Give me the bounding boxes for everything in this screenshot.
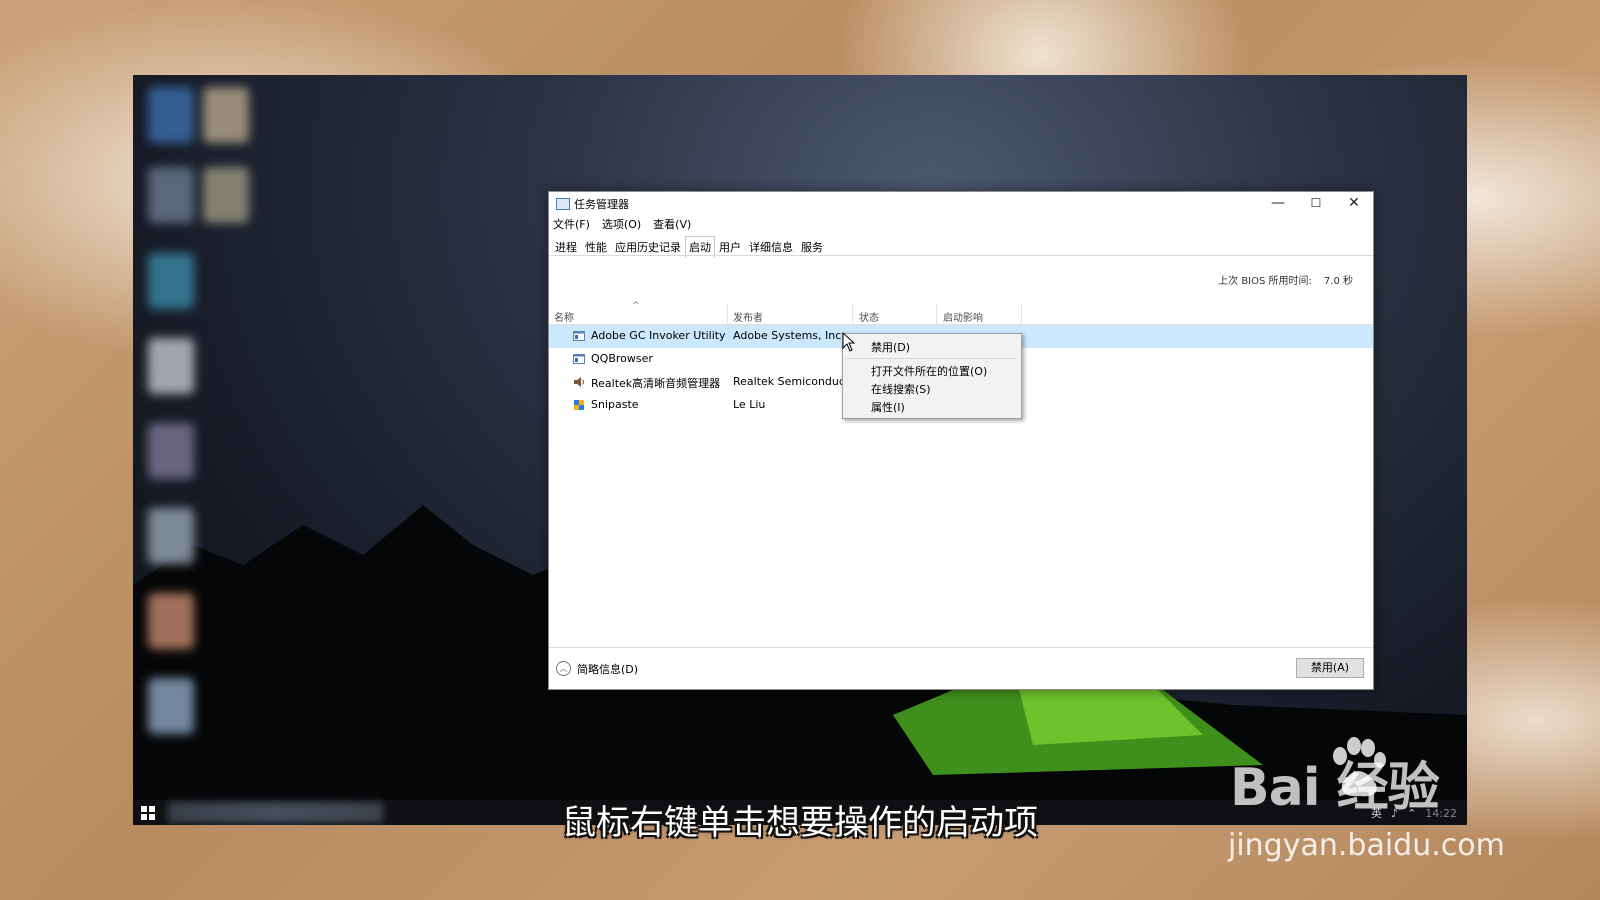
menu-options[interactable]: 选项(O)	[602, 216, 641, 232]
close-button[interactable]: ✕	[1335, 192, 1373, 214]
context-separator	[845, 358, 1017, 359]
footer-bar: ︿ 简略信息(D) 禁用(A)	[549, 647, 1373, 689]
column-divider[interactable]	[727, 304, 728, 324]
task-manager-icon	[556, 198, 570, 210]
column-publisher[interactable]: 发布者	[733, 309, 763, 324]
row-publisher: Adobe Systems, Incor...	[733, 329, 849, 342]
desktop-icon[interactable]	[203, 87, 249, 143]
disable-button[interactable]: 禁用(A)	[1296, 658, 1364, 678]
mouse-cursor-icon	[842, 332, 856, 352]
window-title: 任务管理器	[574, 198, 629, 211]
row-name: Snipaste	[591, 398, 639, 411]
context-item-disable[interactable]: 禁用(D)	[871, 339, 910, 355]
column-startup-impact[interactable]: 启动影响	[943, 309, 983, 324]
desktop-icon[interactable]	[148, 167, 194, 223]
desktop-icon[interactable]	[148, 508, 194, 564]
tab-divider	[549, 255, 1373, 256]
desktop-icon[interactable]	[148, 423, 194, 479]
desktop-icon[interactable]	[148, 87, 194, 143]
snipaste-icon	[574, 400, 584, 410]
row-publisher: Realtek Semiconductor	[733, 375, 849, 388]
column-name[interactable]: 名称	[554, 309, 574, 324]
row-publisher: Le Liu	[733, 398, 766, 411]
bios-time-label: 上次 BIOS 所用时间:	[1218, 276, 1312, 287]
menu-file[interactable]: 文件(F)	[553, 216, 590, 232]
baidu-paw-icon	[1333, 737, 1386, 797]
column-header-row: ^ 名称 发布者 状态 启动影响	[549, 301, 1373, 325]
watermark-url: jingyan.baidu.com	[1228, 828, 1505, 863]
column-divider[interactable]	[852, 304, 853, 324]
column-divider[interactable]	[936, 304, 937, 324]
desktop-icon[interactable]	[148, 678, 194, 734]
context-item-search-online[interactable]: 在线搜索(S)	[871, 381, 931, 397]
desktop-icon[interactable]	[203, 167, 249, 223]
app-window-icon	[573, 331, 585, 341]
sort-arrow-icon: ^	[632, 301, 640, 311]
bios-time: 上次 BIOS 所用时间: 7.0 秒	[1218, 272, 1353, 287]
context-item-properties[interactable]: 属性(I)	[871, 399, 905, 415]
fewer-details-link[interactable]: 简略信息(D)	[577, 661, 638, 677]
app-window-icon	[573, 354, 585, 364]
menu-bar: 文件(F) 选项(O) 查看(V)	[553, 216, 691, 232]
desktop-icon[interactable]	[148, 338, 194, 394]
menu-view[interactable]: 查看(V)	[653, 216, 691, 232]
blurred-desktop-icons	[143, 83, 253, 783]
column-status[interactable]: 状态	[859, 309, 879, 324]
title-bar: 任务管理器 — ☐ ✕	[549, 192, 1373, 214]
context-item-open-location[interactable]: 打开文件所在的位置(O)	[871, 363, 987, 379]
row-name: Adobe GC Invoker Utility	[591, 329, 726, 342]
minimize-button[interactable]: —	[1259, 192, 1297, 214]
speaker-icon	[574, 377, 584, 387]
row-name: QQBrowser	[591, 352, 653, 365]
bios-time-value: 7.0 秒	[1323, 276, 1353, 287]
task-manager-window: 任务管理器 — ☐ ✕ 文件(F) 选项(O) 查看(V) 进程 性能 应用历史…	[548, 191, 1374, 690]
chevron-up-icon[interactable]: ︿	[556, 661, 571, 676]
maximize-button[interactable]: ☐	[1297, 192, 1335, 214]
column-divider[interactable]	[1021, 304, 1022, 324]
desktop-icon[interactable]	[148, 593, 194, 649]
context-menu: 禁用(D) 打开文件所在的位置(O) 在线搜索(S) 属性(I)	[842, 333, 1022, 419]
desktop-icon[interactable]	[148, 253, 194, 309]
row-name: Realtek高清晰音频管理器	[591, 377, 721, 390]
